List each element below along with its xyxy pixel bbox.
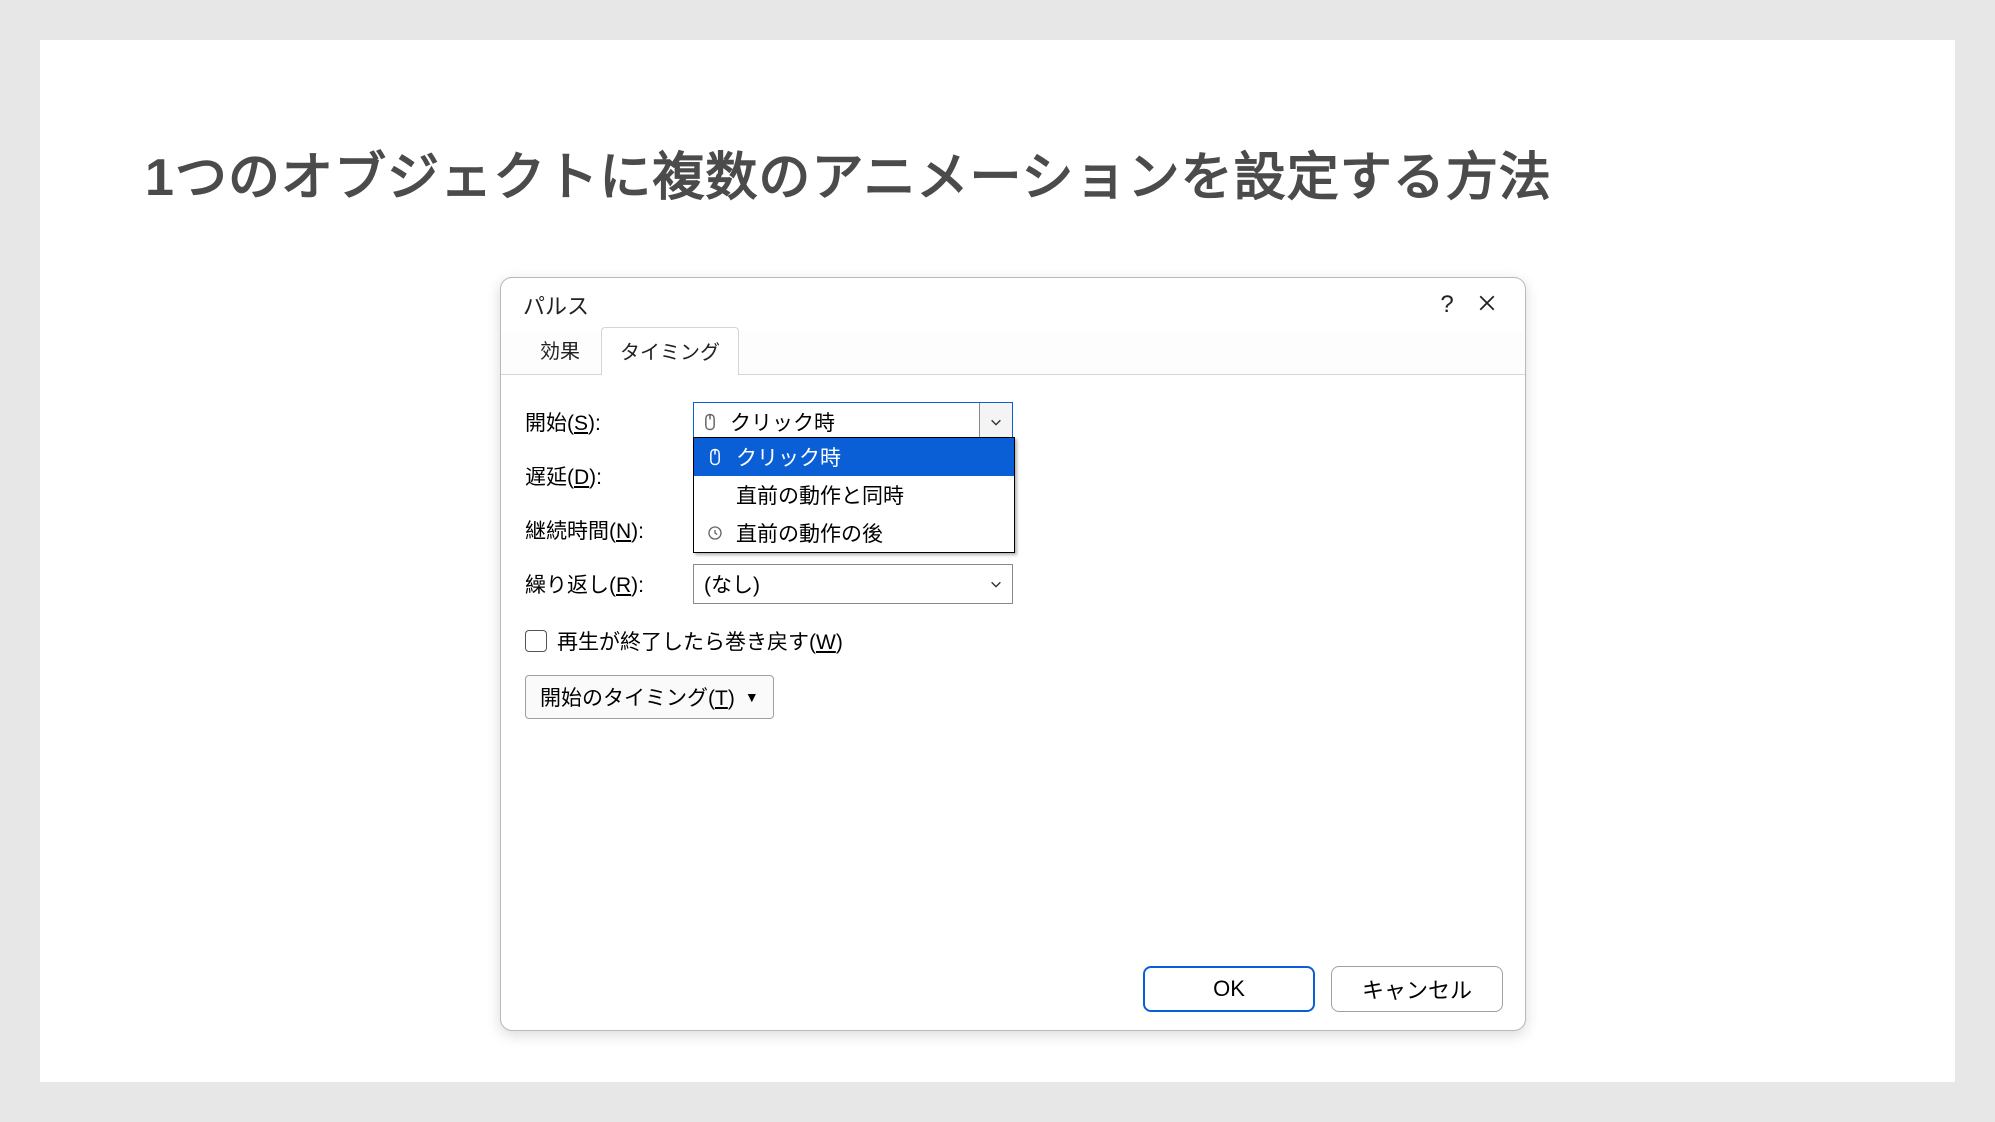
start-combo-text: クリック時 (726, 407, 979, 437)
rewind-checkbox-row[interactable]: 再生が終了したら巻き戻す(W) (525, 621, 1501, 661)
tab-strip: 効果 タイミング (501, 332, 1525, 375)
repeat-combo-arrow[interactable] (980, 565, 1012, 603)
chevron-down-icon (989, 415, 1003, 429)
label-duration: 継続時間(N): (525, 515, 693, 545)
dropdown-option-with-previous[interactable]: 直前の動作と同時 (694, 476, 1014, 514)
dialog-titlebar: パルス ? (501, 278, 1525, 332)
close-button[interactable] (1467, 291, 1507, 319)
mouse-click-icon (700, 447, 730, 467)
start-combo-arrow[interactable] (979, 403, 1012, 441)
page-title: 1つのオブジェクトに複数のアニメーションを設定する方法 (145, 135, 1552, 210)
label-start: 開始(S): (525, 407, 693, 437)
label-delay: 遅延(D): (525, 461, 693, 491)
cancel-button[interactable]: キャンセル (1331, 966, 1503, 1012)
repeat-combo[interactable]: (なし) (693, 564, 1013, 604)
trigger-timing-button[interactable]: 開始のタイミング(T) ▼ (525, 675, 774, 719)
close-icon (1478, 294, 1496, 312)
row-repeat: 繰り返し(R): (なし) (525, 557, 1501, 611)
start-dropdown-list: クリック時 直前の動作と同時 直前の動作の後 (693, 437, 1015, 553)
clock-icon (700, 524, 730, 542)
animation-timing-dialog: パルス ? 効果 タイミング 開始(S): ク (500, 277, 1526, 1031)
slide-card: 1つのオブジェクトに複数のアニメーションを設定する方法 パルス ? 効果 タイミ… (40, 40, 1955, 1082)
chevron-down-icon (989, 577, 1003, 591)
tab-timing[interactable]: タイミング (601, 327, 739, 375)
dialog-body: 開始(S): クリック時 遅延(D): (501, 375, 1525, 719)
tab-effect[interactable]: 効果 (521, 326, 599, 374)
dialog-footer: OK キャンセル (1143, 966, 1503, 1012)
trigger-timing-label: 開始のタイミング(T) (540, 682, 735, 712)
rewind-label: 再生が終了したら巻き戻す(W) (557, 626, 843, 656)
label-repeat: 繰り返し(R): (525, 569, 693, 599)
help-button[interactable]: ? (1427, 291, 1467, 319)
dialog-title: パルス (523, 289, 589, 321)
mouse-click-icon (694, 412, 726, 432)
start-combo[interactable]: クリック時 (693, 402, 1013, 442)
dropdown-option-after-previous[interactable]: 直前の動作の後 (694, 514, 1014, 552)
menu-caret-icon: ▼ (745, 690, 759, 704)
repeat-combo-text: (なし) (694, 569, 980, 599)
ok-button[interactable]: OK (1143, 966, 1315, 1012)
dropdown-option-click[interactable]: クリック時 (694, 438, 1014, 476)
checkbox-icon (525, 630, 547, 652)
